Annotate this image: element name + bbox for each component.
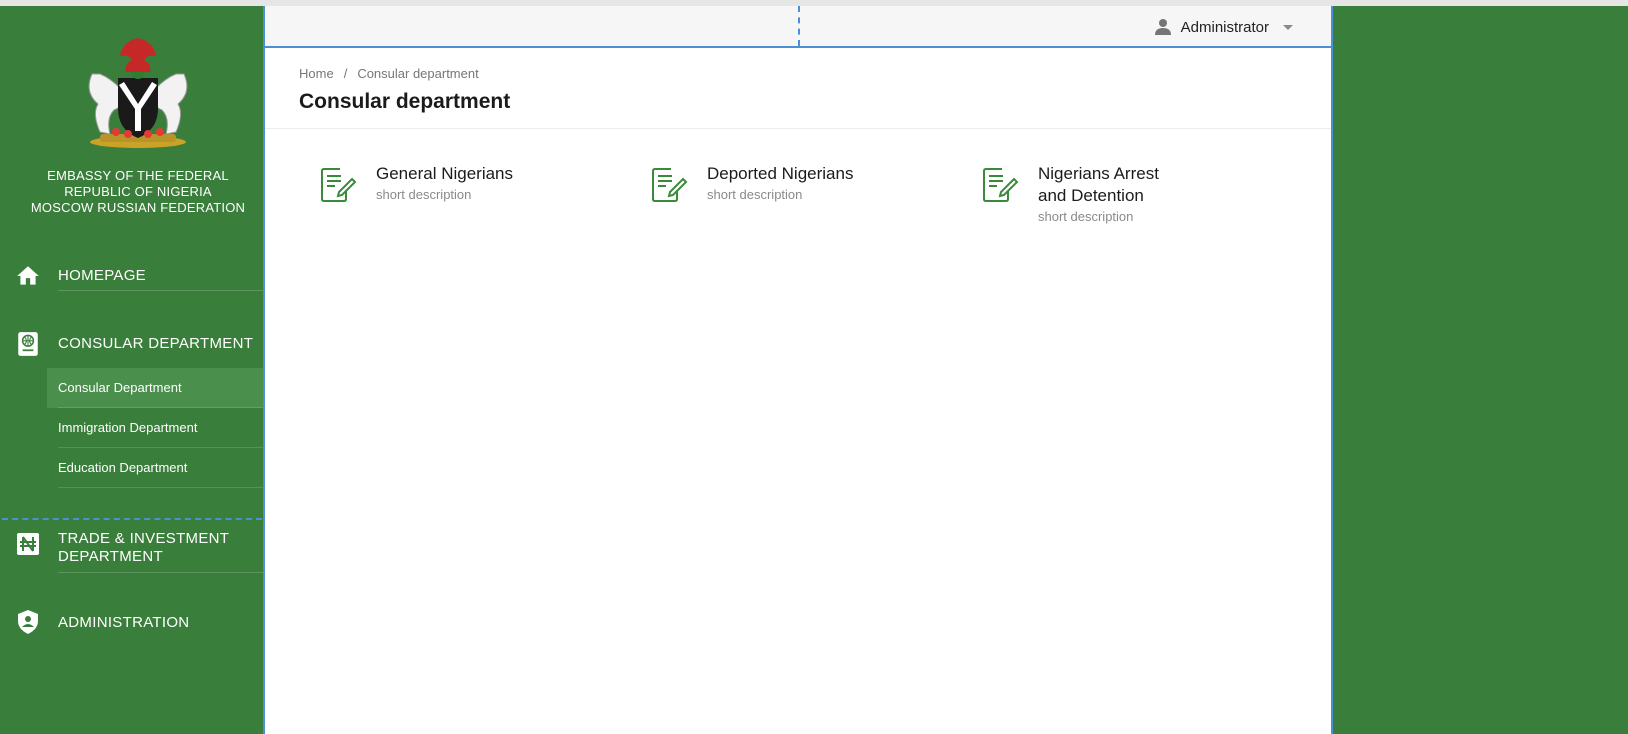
- nav-item-consular-department[interactable]: Consular Department: [2, 322, 272, 366]
- passport-icon: [14, 330, 42, 358]
- naira-icon: [14, 530, 42, 558]
- selection-guide: [798, 6, 800, 46]
- card-title: General Nigerians: [376, 164, 514, 183]
- nav-item-homepage[interactable]: Homepage: [2, 256, 272, 296]
- card-title-line-2: and Detention: [1038, 186, 1144, 205]
- card-text: Nigerians Arrest and Detention short des…: [1038, 163, 1159, 224]
- sub-item-label: Education Department: [58, 460, 188, 475]
- shield-user-icon: [14, 608, 42, 636]
- divider: [265, 128, 1331, 129]
- breadcrumb: Home / Consular department: [299, 66, 479, 81]
- card-nigerians-arrest-detention[interactable]: Nigerians Arrest and Detention short des…: [980, 163, 1280, 224]
- embassy-name: Embassy of the Federal Republic of Niger…: [2, 168, 274, 216]
- card-general-nigerians[interactable]: General Nigerians short description: [318, 163, 618, 205]
- top-bar: Administrator: [265, 6, 1331, 48]
- sub-item-consular-department[interactable]: Consular Department: [47, 368, 272, 408]
- home-icon: [14, 262, 42, 290]
- document-edit-icon: [321, 168, 357, 202]
- sub-item-label: Immigration Department: [58, 420, 198, 435]
- card-deported-nigerians[interactable]: Deported Nigerians short description: [649, 163, 949, 205]
- embassy-line-3: Moscow Russian Federation: [30, 200, 246, 215]
- document-edit-icon: [652, 168, 688, 202]
- user-name: Administrator: [1180, 18, 1269, 36]
- nav-label-line: Department: [58, 548, 163, 565]
- sub-item-immigration-department[interactable]: Immigration Department: [47, 408, 272, 448]
- page-title: Consular department: [299, 90, 511, 113]
- breadcrumb-current: Consular department: [357, 66, 479, 81]
- card-description: short description: [376, 187, 472, 202]
- nav-item-administration[interactable]: Administration: [2, 602, 272, 642]
- selection-guide: [2, 518, 262, 520]
- coat-of-arms-logo: [88, 38, 188, 148]
- nav-label-consular-department: Consular Department: [58, 335, 254, 352]
- user-menu[interactable]: Administrator: [1153, 17, 1293, 37]
- embassy-line-2: Republic of Nigeria: [64, 184, 212, 199]
- breadcrumb-home[interactable]: Home: [299, 66, 334, 81]
- breadcrumb-separator: /: [343, 66, 348, 81]
- main-panel: Administrator Home / Consular department C…: [263, 6, 1333, 734]
- sub-item-label: Consular Department: [58, 380, 182, 395]
- divider: [58, 290, 272, 291]
- sub-item-education-department[interactable]: Education Department: [47, 448, 272, 488]
- chevron-down-icon: [1283, 25, 1293, 30]
- user-icon: [1154, 19, 1171, 35]
- embassy-line-1: Embassy of the Federal: [47, 168, 229, 183]
- nav-label-homepage: Homepage: [58, 267, 146, 284]
- card-text: Deported Nigerians short description: [707, 163, 853, 205]
- nav-label-line: Trade & Investment: [58, 530, 230, 547]
- nav-item-trade-investment[interactable]: Trade & Investment Department: [2, 522, 272, 573]
- card-text: General Nigerians short description: [376, 163, 513, 205]
- nav-label-administration: Administration: [58, 614, 190, 631]
- document-edit-icon: [983, 168, 1019, 202]
- sidebar: Embassy of the Federal Republic of Niger…: [2, 6, 272, 734]
- card-title: Deported Nigerians: [707, 164, 854, 183]
- card-description: short description: [1038, 209, 1134, 224]
- nav-label-trade-investment: Trade & Investment Department: [58, 530, 229, 566]
- divider: [58, 487, 272, 488]
- card-title-line-1: Nigerians Arrest: [1038, 164, 1159, 183]
- card-description: short description: [707, 187, 803, 202]
- divider: [58, 572, 272, 573]
